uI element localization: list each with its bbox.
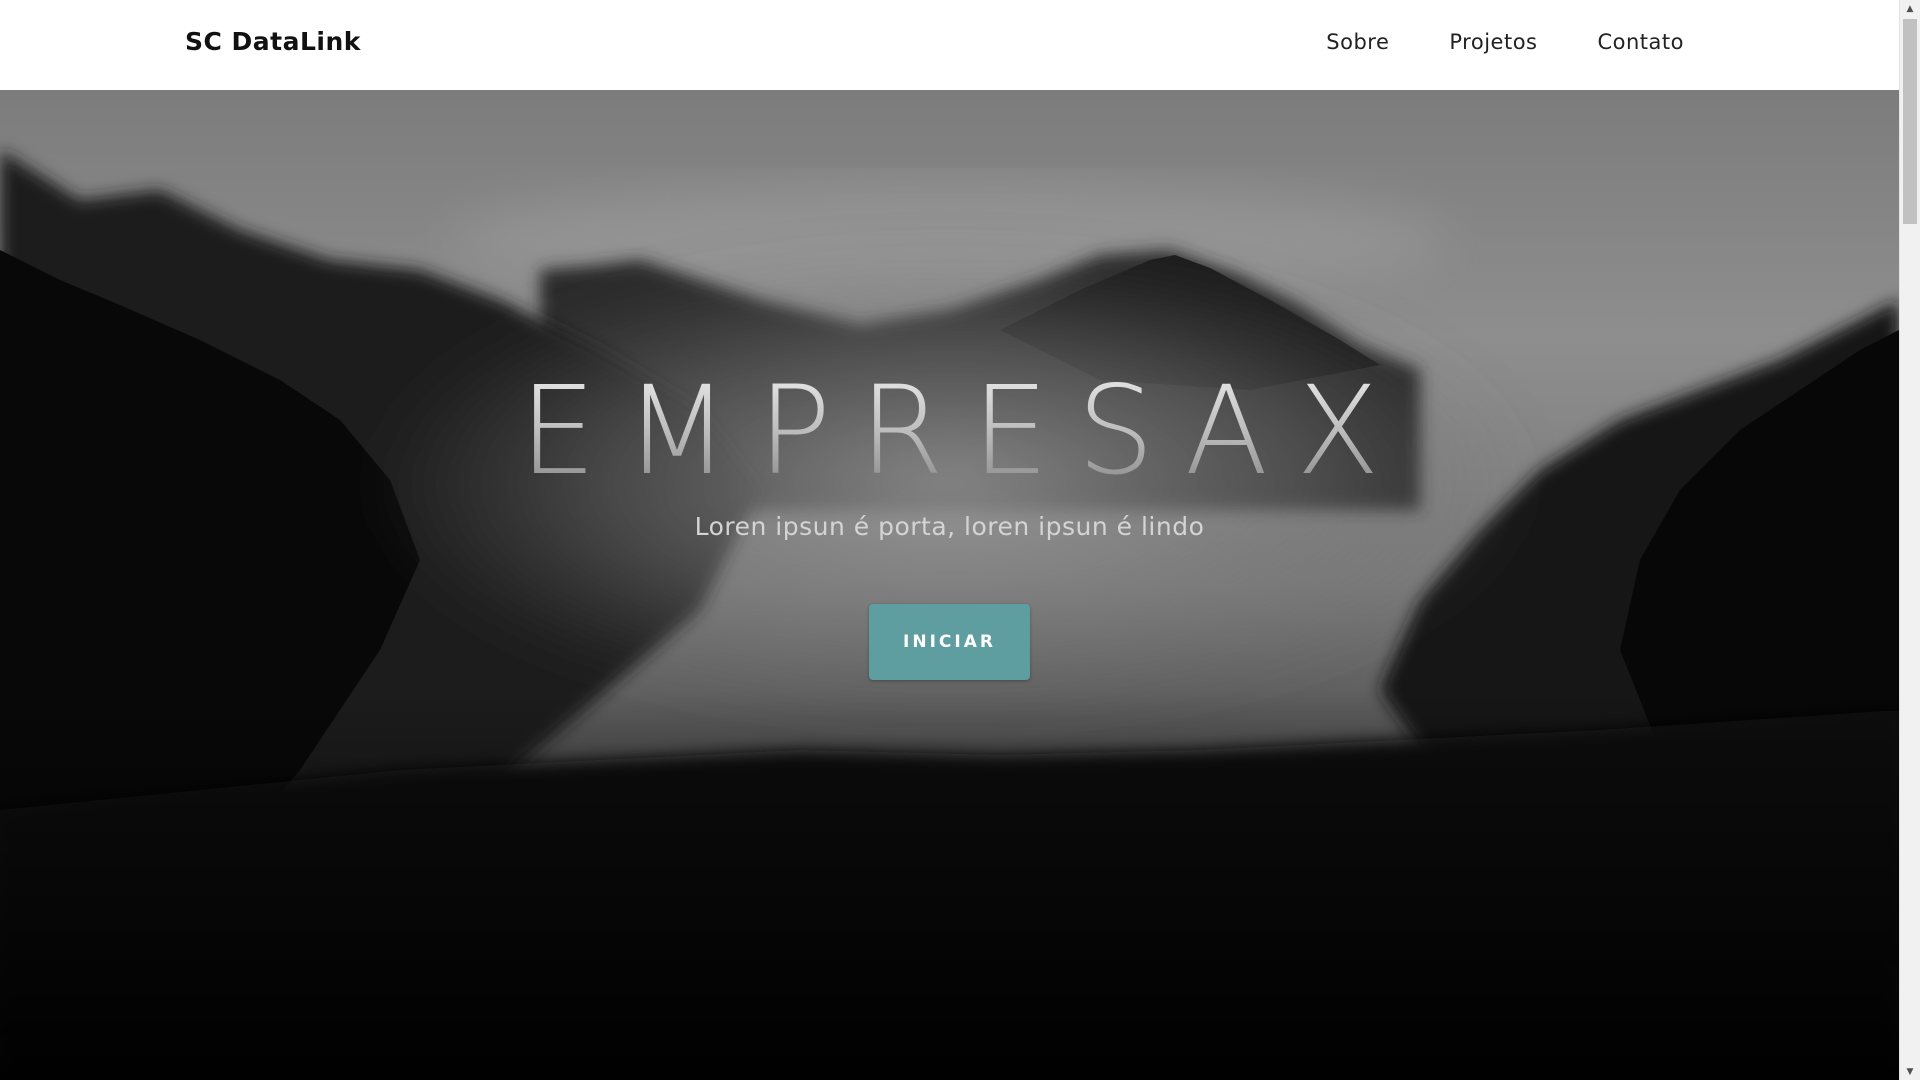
nav-link-sobre[interactable]: Sobre	[1326, 30, 1389, 54]
chevron-up-icon[interactable]: ▲	[1900, 0, 1920, 17]
brand-logo[interactable]: SC DataLink	[185, 27, 361, 56]
nav-link-contato[interactable]: Contato	[1597, 30, 1684, 54]
nav-link-projetos[interactable]: Projetos	[1449, 30, 1537, 54]
chevron-down-icon[interactable]: ▼	[1900, 1063, 1920, 1080]
hero-title: EMPRESAX	[0, 370, 1899, 492]
page: SC DataLink Sobre Projetos Contato EMPRE…	[0, 0, 1899, 1080]
nav-links: Sobre Projetos Contato	[1326, 30, 1684, 54]
iniciar-button[interactable]: INICIAR	[869, 604, 1030, 680]
hero-content: EMPRESAX Loren ipsun é porta, loren ipsu…	[0, 90, 1899, 1080]
hero-subtitle: Loren ipsun é porta, loren ipsun é lindo	[694, 512, 1205, 541]
scrollbar-thumb[interactable]	[1903, 19, 1917, 224]
vertical-scrollbar[interactable]: ▲ ▼	[1899, 0, 1920, 1080]
navbar: SC DataLink Sobre Projetos Contato	[0, 0, 1899, 90]
hero-section: EMPRESAX Loren ipsun é porta, loren ipsu…	[0, 90, 1899, 1080]
